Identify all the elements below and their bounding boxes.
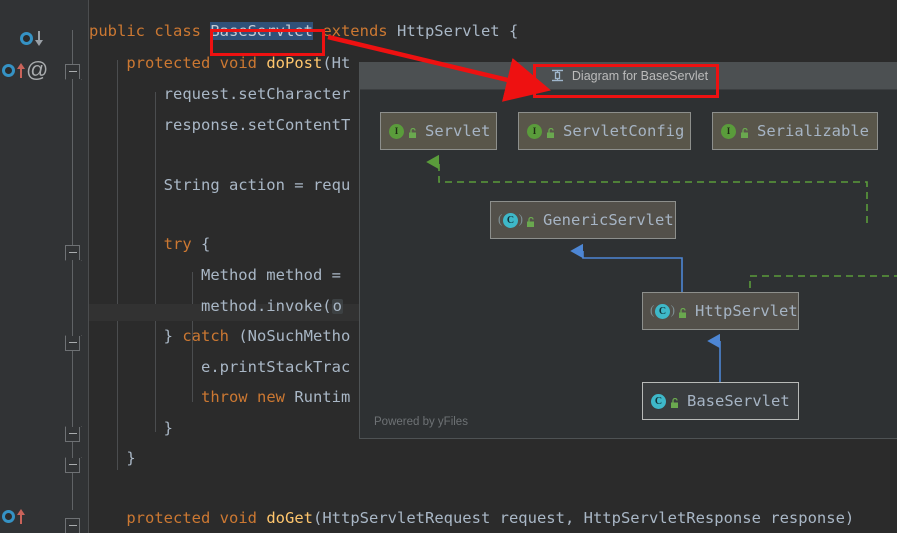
visibility-public-icon — [407, 126, 418, 138]
fold-toggle-end-try[interactable] — [65, 427, 80, 442]
code-token: catch — [182, 327, 239, 345]
code-token: String action = requ — [89, 176, 351, 194]
fold-toggle-end-method[interactable] — [65, 458, 80, 473]
visibility-public-icon — [677, 306, 688, 318]
diagram-canvas[interactable]: I Servlet I ServletConfig I Serializable… — [360, 90, 897, 438]
code-line: e.printStackTrac — [89, 358, 351, 376]
interface-icon: I — [389, 123, 404, 139]
annotation-marker-icon[interactable]: @ — [26, 59, 48, 81]
code-token: class — [154, 22, 211, 40]
diagram-node-genericservlet[interactable]: C GenericServlet — [490, 201, 676, 239]
fold-toggle-catch[interactable] — [65, 336, 80, 351]
visibility-public-icon — [525, 215, 536, 227]
code-token: (Ht — [322, 54, 351, 72]
code-token: throw — [89, 388, 257, 406]
code-line: } — [89, 419, 173, 437]
code-token: (HttpServletRequest request, HttpServlet… — [313, 509, 855, 527]
interface-icon: I — [527, 123, 542, 139]
class-icon: C — [651, 393, 666, 409]
code-line: } catch (NoSuchMetho — [89, 327, 351, 345]
code-token: extends — [312, 22, 397, 40]
code-token: { — [200, 235, 211, 253]
diagram-node-label: HttpServlet — [695, 302, 798, 320]
code-token: Method method = — [89, 266, 341, 284]
code-line: protected void doPost(Ht — [89, 54, 351, 72]
code-token: doGet — [266, 509, 313, 527]
code-token: e.printStackTrac — [89, 358, 351, 376]
diagram-node-servlet[interactable]: I Servlet — [380, 112, 497, 150]
code-token: protected — [89, 509, 220, 527]
screenshot-root: @ public class BaseServlet extends HttpS… — [0, 0, 897, 533]
overriding-method-marker-icon-2[interactable] — [2, 508, 25, 528]
code-token: method.invoke( — [89, 297, 332, 315]
abstract-class-icon: C — [650, 302, 675, 319]
implementing-method-marker-icon[interactable] — [20, 30, 43, 50]
code-token: response.setContentT — [89, 116, 351, 134]
code-token: request.setCharacter — [89, 85, 351, 103]
code-line: request.setCharacter — [89, 85, 351, 103]
diagram-node-servletconfig[interactable]: I ServletConfig — [518, 112, 691, 150]
diagram-popup[interactable]: Diagram for BaseServlet I Servlet I Serv… — [359, 62, 897, 439]
code-line: method.invoke(o — [89, 297, 343, 315]
diagram-node-label: GenericServlet — [543, 211, 674, 229]
abstract-class-icon: C — [498, 211, 523, 228]
code-token: void — [219, 54, 267, 72]
fold-toggle-try[interactable] — [65, 245, 80, 260]
visibility-public-icon — [739, 126, 750, 138]
code-token: HttpServlet { — [396, 22, 519, 40]
overriding-method-marker-icon[interactable] — [2, 62, 25, 82]
code-token: Runtim — [294, 388, 351, 406]
code-line: } — [89, 449, 136, 467]
diagram-node-label: Servlet — [425, 122, 491, 140]
code-token: } — [89, 419, 173, 437]
visibility-public-icon — [545, 126, 556, 138]
code-token: new — [256, 388, 295, 406]
diagram-node-baseservlet[interactable]: C BaseServlet — [642, 382, 799, 420]
diagram-node-label: BaseServlet — [687, 392, 790, 410]
diagram-node-label: Serializable — [757, 122, 869, 140]
annotation-box-popup-title — [533, 64, 719, 98]
code-line: response.setContentT — [89, 116, 351, 134]
code-line: throw new Runtim — [89, 388, 351, 406]
code-line: try { — [89, 235, 211, 253]
code-token: doPost — [266, 54, 323, 72]
visibility-public-icon — [669, 396, 680, 408]
code-token: protected — [89, 54, 220, 72]
code-token: (NoSuchMetho — [238, 327, 351, 345]
fold-toggle-dopost[interactable] — [65, 64, 80, 79]
diagram-node-httpservlet[interactable]: C HttpServlet — [642, 292, 799, 330]
code-line: Method method = — [89, 266, 341, 284]
code-token: try — [89, 235, 201, 253]
code-token: } — [89, 327, 183, 345]
code-token: o — [331, 297, 343, 315]
diagram-node-serializable[interactable]: I Serializable — [712, 112, 878, 150]
fold-toggle-doget[interactable] — [65, 518, 80, 533]
code-token: } — [89, 449, 136, 467]
interface-icon: I — [721, 123, 736, 139]
code-line: protected void doGet(HttpServletRequest … — [89, 509, 855, 527]
code-line: String action = requ — [89, 176, 351, 194]
code-token: void — [219, 509, 267, 527]
yfiles-watermark: Powered by yFiles — [374, 416, 468, 428]
annotation-box-class-name — [210, 29, 325, 56]
diagram-node-label: ServletConfig — [563, 122, 685, 140]
code-token: public — [89, 22, 155, 40]
